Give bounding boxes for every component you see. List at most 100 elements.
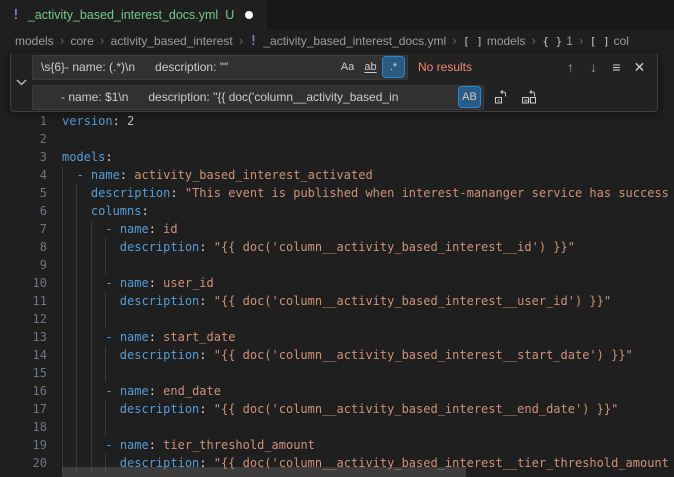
replace-input[interactable]: - name: $1\n description: "{{ doc('colum…	[32, 85, 484, 110]
indent-guide	[76, 436, 77, 454]
indent-guide	[91, 400, 92, 418]
code-line[interactable]: 14 description: "{{ doc('column__activit…	[0, 346, 674, 364]
line-content[interactable]: - name: user_id	[62, 274, 674, 292]
match-case-button[interactable]: Aa	[337, 57, 358, 77]
indent-guide	[76, 274, 77, 292]
code-line[interactable]: 10 - name: user_id	[0, 274, 674, 292]
indent-guide	[76, 346, 77, 364]
line-content[interactable]: - name: id	[62, 220, 674, 238]
token: -	[105, 330, 119, 344]
line-content[interactable]: columns:	[62, 202, 674, 220]
line-content[interactable]: - name: tier_threshold_amount	[62, 436, 674, 454]
breadcrumb-item-_activity_based_interest_docs.yml[interactable]: !_activity_based_interest_docs.yml	[250, 34, 447, 49]
breadcrumb-item-models[interactable]: models	[15, 34, 54, 48]
line-content[interactable]: - name: start_date	[62, 328, 674, 346]
indent-guide	[91, 238, 92, 256]
symbol-array-icon: [ ]	[590, 35, 610, 48]
next-match-arrow-icon[interactable]: ↓	[582, 56, 605, 78]
preserve-case-button[interactable]: AB	[459, 87, 480, 107]
chevron-right-icon: ›	[60, 34, 65, 48]
line-content[interactable]	[62, 310, 674, 328]
regex-button[interactable]: .*	[383, 57, 404, 77]
find-input[interactable]: \s{6}- name: (.*)\n description: "" Aa a…	[32, 55, 408, 80]
code-line[interactable]: 9	[0, 256, 674, 274]
indent-guide	[76, 292, 77, 310]
line-content[interactable]: models:	[62, 148, 674, 166]
find-input-value[interactable]: \s{6}- name: (.*)\n description: ""	[41, 60, 335, 74]
line-content[interactable]: - name: activity_based_interest_activate…	[62, 166, 674, 184]
line-content[interactable]	[62, 364, 674, 382]
code-line[interactable]: 17 description: "{{ doc('column__activit…	[0, 400, 674, 418]
code-line[interactable]: 6 columns:	[0, 202, 674, 220]
code-line[interactable]: 5 description: "This event is published …	[0, 184, 674, 202]
indent-guide	[91, 256, 92, 274]
indent-guide	[76, 202, 77, 220]
breadcrumb-item-activity_based_interest[interactable]: activity_based_interest	[111, 34, 233, 48]
code-line[interactable]: 12	[0, 310, 674, 328]
token: :	[170, 186, 184, 200]
indent-guide	[62, 328, 63, 346]
breadcrumb-item-core[interactable]: core	[71, 34, 94, 48]
line-number: 16	[0, 382, 47, 400]
code-line[interactable]: 19 - name: tier_threshold_amount	[0, 436, 674, 454]
line-content[interactable]: version: 2	[62, 112, 674, 130]
line-content[interactable]	[62, 130, 674, 148]
line-number: 10	[0, 274, 47, 292]
line-content[interactable]: description: "{{ doc('column__activity_b…	[62, 400, 674, 418]
line-content[interactable]: description: "This event is published wh…	[62, 184, 674, 202]
indent-guide	[105, 418, 106, 436]
editor-code-area[interactable]: 1version: 223models:4 - name: activity_b…	[0, 112, 674, 472]
code-line[interactable]: 8 description: "{{ doc('column__activity…	[0, 238, 674, 256]
line-content[interactable]: description: "{{ doc('column__activity_b…	[62, 346, 674, 364]
token: :	[149, 330, 163, 344]
code-line[interactable]: 18	[0, 418, 674, 436]
token	[62, 222, 105, 236]
line-number: 19	[0, 436, 47, 454]
token: activity_based_interest_activated	[134, 168, 372, 182]
svg-text:c: c	[497, 98, 500, 104]
breadcrumb: models › core › activity_based_interest › !_ac…	[0, 30, 674, 52]
tab-activity-based-interest-docs[interactable]: ! _activity_based_interest_docs.yml U	[0, 0, 266, 30]
replace-icon[interactable]: c	[490, 86, 512, 108]
code-line[interactable]: 3models:	[0, 148, 674, 166]
line-content[interactable]: description: "{{ doc('column__activity_b…	[62, 292, 674, 310]
breadcrumb-label: 1	[566, 34, 573, 48]
indent-guide	[62, 238, 63, 256]
indent-guide	[62, 364, 63, 382]
breadcrumb-item-models[interactable]: [ ]models	[463, 34, 526, 48]
find-in-selection-icon[interactable]: ≡	[605, 56, 628, 78]
whole-word-button[interactable]: ab	[360, 57, 381, 77]
breadcrumb-item-1[interactable]: { }1	[542, 34, 573, 48]
previous-match-arrow-icon[interactable]: ↑	[559, 56, 582, 78]
code-line[interactable]: 1version: 2	[0, 112, 674, 130]
token	[62, 168, 76, 182]
code-line[interactable]: 7 - name: id	[0, 220, 674, 238]
code-line[interactable]: 13 - name: start_date	[0, 328, 674, 346]
replace-input-value[interactable]: - name: $1\n description: "{{ doc('colum…	[41, 90, 457, 104]
code-line[interactable]: 11 description: "{{ doc('column__activit…	[0, 292, 674, 310]
chevron-right-icon: ›	[452, 34, 457, 48]
line-content[interactable]: - name: end_date	[62, 382, 674, 400]
code-line[interactable]: 2	[0, 130, 674, 148]
indent-guide	[105, 346, 106, 364]
indent-guide	[62, 310, 63, 328]
code-line[interactable]: 4 - name: activity_based_interest_activa…	[0, 166, 674, 184]
breadcrumb-item-col[interactable]: [ ]col	[590, 34, 629, 48]
code-line[interactable]: 16 - name: end_date	[0, 382, 674, 400]
token: name	[120, 384, 149, 398]
token	[62, 330, 105, 344]
indent-guide	[105, 310, 106, 328]
chevron-right-icon: ›	[239, 34, 244, 48]
toggle-replace-chevron-icon[interactable]	[11, 53, 32, 111]
indent-guide	[76, 256, 77, 274]
replace-all-icon[interactable]: ac	[518, 86, 540, 108]
code-line[interactable]: 15	[0, 364, 674, 382]
line-content[interactable]	[62, 256, 674, 274]
indent-guide	[62, 382, 63, 400]
line-content[interactable]: description: "{{ doc('column__activity_b…	[62, 238, 674, 256]
line-content[interactable]	[62, 418, 674, 436]
token: description	[91, 186, 170, 200]
horizontal-scrollbar[interactable]	[62, 467, 466, 477]
modified-dot-icon[interactable]	[245, 11, 253, 19]
close-find-widget-icon[interactable]: ✕	[628, 56, 651, 78]
